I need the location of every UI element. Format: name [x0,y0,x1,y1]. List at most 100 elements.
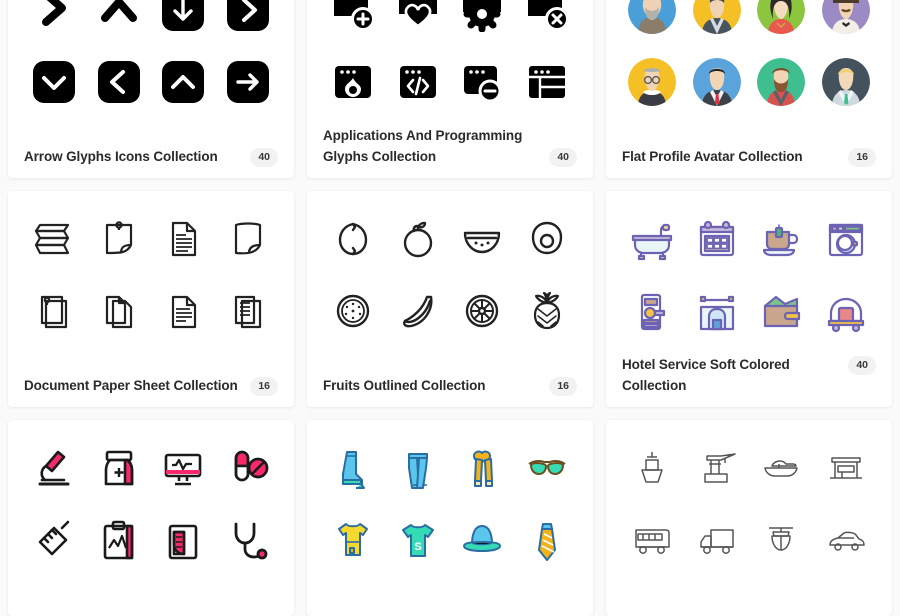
browser-code-icon [388,50,449,114]
icon-pack-card-applications-programming-glyphs[interactable]: Applications And Programming Glyphs Coll… [307,0,593,178]
high-boot-icon [323,436,384,500]
hotel-entrance-icon [687,279,748,343]
card-footer [24,576,278,606]
avatar [692,58,741,106]
icon-count-badge: 40 [549,147,577,167]
avatar [757,58,806,106]
wallet-icon [751,279,812,343]
card-footer [323,576,577,606]
scarf-icon [452,436,513,500]
speedboat-icon [751,436,812,500]
avatar-elderly-woman-glasses-icon [622,50,683,114]
avatar [821,58,870,106]
browser-minus-icon [452,50,513,114]
tshirt-icon: S [388,508,449,572]
folded-corner-sheet-icon [89,279,150,343]
heartbeat-monitor-icon [153,436,214,500]
luggage-trolley-icon [816,279,877,343]
card-footer: Document Paper Sheet Collection 16 [24,364,278,397]
bus-icon [622,508,683,572]
icon-pack-gallery: Arrow Glyphs Icons Collection 40 Applica… [0,0,900,616]
medicine-bottle-icon [89,436,150,500]
lemon-icon [323,207,384,271]
card-title: Fruits Outlined Collection [323,377,486,393]
icon-pack-card-transport-outline[interactable] [606,419,892,616]
icon-pack-card-medical-pink[interactable] [8,419,294,616]
icon-pack-card-flat-profile-avatar[interactable]: Flat Profile Avatar Collection 16 [606,0,892,178]
card-footer: Fruits Outlined Collection 16 [323,364,577,397]
chevron-up-bold-icon [89,0,150,42]
chevron-right-bold-icon [24,0,85,42]
window-gear-icon [452,0,513,42]
door-lock-icon [622,279,683,343]
icon-preview-grid [622,205,876,343]
bathtub-icon [622,207,683,271]
terminal-building-icon [816,436,877,500]
syringe-icon [24,508,85,572]
icon-pack-card-hotel-service-soft-colored[interactable]: Hotel Service Soft Colored Collection 40 [606,190,892,407]
microscope-icon [24,436,85,500]
banana-icon [388,279,449,343]
avatar-man-jacket-icon [687,0,748,42]
icon-count-badge: 16 [848,147,876,167]
pills-icon [218,436,279,500]
document-stack-lines-icon [218,279,279,343]
chevron-down-square-icon [24,50,85,114]
icon-count-badge: 16 [250,376,278,396]
cable-car-icon [751,508,812,572]
icon-pack-card-fruits-outlined[interactable]: Fruits Outlined Collection 16 [307,190,593,407]
pinned-sheet-stack-icon [24,279,85,343]
icon-count-badge: 16 [549,376,577,396]
avatar [628,58,677,106]
medical-clipboard-icon [89,508,150,572]
window-heart-icon [388,0,449,42]
avatar-blond-man-green-tie-icon [816,50,877,114]
car-icon [816,508,877,572]
chevron-right-square-icon [218,0,279,42]
avatar-hipster-moustache-icon [816,0,877,42]
browser-flame-icon [323,50,384,114]
icon-count-badge: 40 [848,355,876,375]
card-footer: Flat Profile Avatar Collection 16 [622,135,876,168]
card-title: Arrow Glyphs Icons Collection [24,148,218,164]
calendar-icon [687,207,748,271]
card-title: Flat Profile Avatar Collection [622,148,803,164]
stethoscope-icon [218,508,279,572]
icon-pack-card-arrow-glyphs[interactable]: Arrow Glyphs Icons Collection 40 [8,0,294,178]
avatar-bearded-man-icon [622,0,683,42]
card-footer: Applications And Programming Glyphs Coll… [323,114,577,168]
port-crane-icon [687,436,748,500]
document-lines-icon [153,279,214,343]
jeans-icon [388,436,449,500]
kiwi-slice-icon [323,279,384,343]
svg-text:S: S [414,541,421,553]
sunglasses-icon [517,436,578,500]
avatar [628,0,677,34]
icon-pack-card-clothing-colored[interactable]: S [307,419,593,616]
card-title: Hotel Service Soft Colored Collection [622,356,790,393]
text-document-icon [153,207,214,271]
blood-bag-icon [153,508,214,572]
arrow-right-square-icon [218,50,279,114]
icon-pack-card-document-paper-sheet[interactable]: Document Paper Sheet Collection 16 [8,190,294,407]
pineapple-icon [517,279,578,343]
avatar-businessman-tie-icon [687,50,748,114]
chevron-up-square-icon [153,50,214,114]
icon-preview-grid [24,0,278,135]
pinned-note-curl-icon [89,207,150,271]
window-close-icon [517,0,578,42]
arrow-down-square-icon [153,0,214,42]
browser-layout-icon [517,50,578,114]
curled-sheet-icon [218,207,279,271]
icon-preview-grid [323,205,577,364]
hat-icon [452,508,513,572]
necktie-icon [517,508,578,572]
avocado-icon [517,207,578,271]
orange-slice-icon [452,279,513,343]
card-title: Applications And Programming Glyphs Coll… [323,128,523,164]
baby-dress-icon [323,508,384,572]
avatar-woman-dark-hair-icon [751,0,812,42]
delivery-truck-icon [687,508,748,572]
window-add-icon [323,0,384,42]
chevron-left-square-icon [89,50,150,114]
